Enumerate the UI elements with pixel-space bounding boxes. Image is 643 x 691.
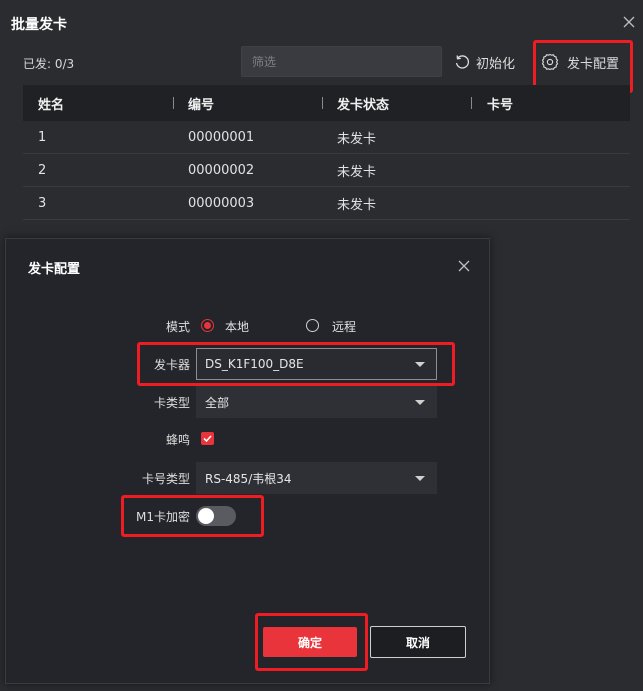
buzzer-label: 蜂鸣 bbox=[165, 433, 190, 447]
close-icon[interactable] bbox=[455, 257, 473, 275]
mode-remote-radio[interactable] bbox=[306, 319, 319, 332]
m1-encryption-label: M1卡加密 bbox=[136, 510, 190, 524]
cell-id: 00000003 bbox=[188, 196, 255, 211]
check-icon bbox=[203, 435, 212, 443]
confirm-button[interactable]: 确定 bbox=[263, 627, 357, 657]
cell-name: 1 bbox=[38, 130, 47, 145]
table-header: 姓名 编号 发卡状态 卡号 bbox=[23, 85, 630, 121]
sent-count: 已发: 0/3 bbox=[23, 57, 75, 71]
card-type-value: 全部 bbox=[205, 395, 230, 410]
mode-remote-label[interactable]: 远程 bbox=[332, 318, 356, 335]
col-divider bbox=[322, 97, 323, 109]
m1-encryption-toggle[interactable] bbox=[196, 506, 236, 526]
card-type-label: 卡类型 bbox=[153, 396, 190, 410]
col-divider bbox=[173, 97, 174, 109]
cell-name: 3 bbox=[38, 196, 47, 211]
initialize-label: 初始化 bbox=[476, 56, 516, 72]
issuer-value: DS_K1F100_D8E bbox=[205, 357, 304, 371]
mode-local-label[interactable]: 本地 bbox=[225, 318, 249, 335]
close-icon[interactable] bbox=[619, 12, 639, 32]
reset-icon bbox=[455, 55, 470, 69]
card-no-type-select[interactable]: RS-485/韦根34 bbox=[196, 462, 437, 494]
cell-status: 未发卡 bbox=[337, 165, 377, 180]
table-row[interactable]: 1 00000001 未发卡 bbox=[23, 121, 630, 154]
filter-input[interactable] bbox=[241, 46, 442, 77]
col-divider bbox=[471, 97, 472, 109]
gear-icon bbox=[541, 53, 559, 71]
buzzer-checkbox[interactable] bbox=[201, 432, 214, 445]
dialog-title: 批量发卡 bbox=[11, 17, 67, 33]
card-no-type-value: RS-485/韦根34 bbox=[205, 471, 292, 486]
col-header-id: 编号 bbox=[188, 97, 215, 113]
card-no-type-label: 卡号类型 bbox=[141, 472, 190, 486]
table-row[interactable]: 2 00000002 未发卡 bbox=[23, 154, 630, 187]
cell-name: 2 bbox=[38, 163, 47, 178]
mode-label: 模式 bbox=[165, 320, 190, 334]
col-header-name: 姓名 bbox=[38, 97, 65, 113]
issuer-label: 发卡器 bbox=[153, 358, 190, 372]
col-header-card: 卡号 bbox=[487, 97, 514, 113]
modal-title: 发卡配置 bbox=[28, 262, 81, 277]
col-header-status: 发卡状态 bbox=[337, 97, 390, 113]
card-type-select[interactable]: 全部 bbox=[196, 386, 437, 418]
cell-id: 00000001 bbox=[188, 130, 255, 145]
card-config-dialog: 发卡配置 模式 本地 远程 发卡器 DS_K1F100_D8E 卡类型 全部 蜂… bbox=[5, 238, 490, 684]
chevron-down-icon bbox=[415, 362, 425, 367]
toggle-knob bbox=[198, 508, 214, 524]
initialize-button[interactable]: 初始化 bbox=[454, 49, 515, 75]
card-config-button[interactable]: 发卡配置 bbox=[541, 49, 619, 75]
cell-status: 未发卡 bbox=[337, 132, 377, 147]
chevron-down-icon bbox=[415, 476, 425, 481]
table-row[interactable]: 3 00000003 未发卡 bbox=[23, 187, 630, 220]
cell-id: 00000002 bbox=[188, 163, 255, 178]
card-config-label: 发卡配置 bbox=[567, 56, 620, 72]
chevron-down-icon bbox=[415, 400, 425, 405]
cancel-button[interactable]: 取消 bbox=[370, 626, 466, 658]
issuer-select[interactable]: DS_K1F100_D8E bbox=[196, 348, 437, 380]
cell-status: 未发卡 bbox=[337, 198, 377, 213]
mode-local-radio[interactable] bbox=[201, 319, 214, 332]
card-table: 姓名 编号 发卡状态 卡号 1 00000001 未发卡 2 00000002 … bbox=[23, 85, 630, 220]
